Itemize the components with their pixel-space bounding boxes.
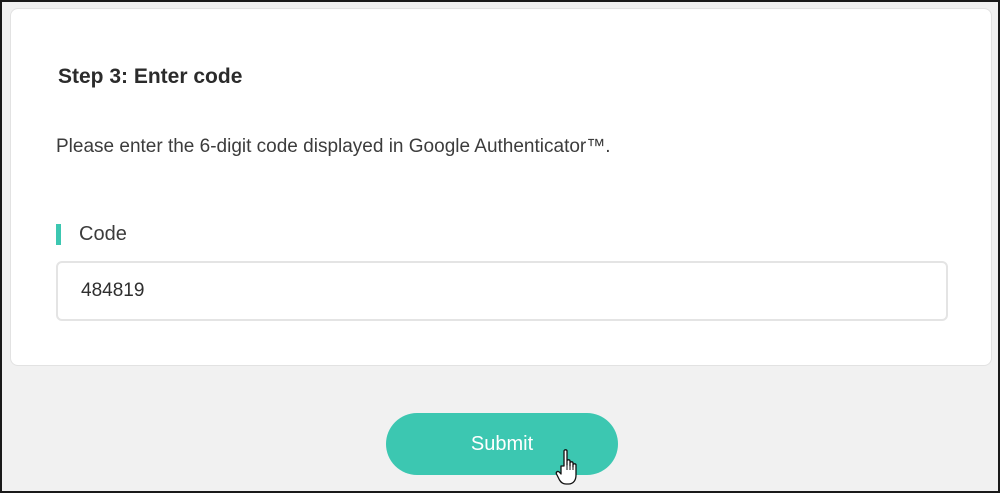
code-field-label: Code <box>56 222 127 246</box>
step-title: Step 3: Enter code <box>58 65 243 88</box>
code-label-text: Code <box>79 223 127 245</box>
hand-pointer-icon <box>555 449 577 485</box>
code-input[interactable] <box>56 261 948 321</box>
instructions-text: Please enter the 6-digit code displayed … <box>56 136 611 157</box>
label-accent-bar <box>56 223 61 245</box>
verification-card: Step 3: Enter code Please enter the 6-di… <box>10 8 992 366</box>
page-frame: Step 3: Enter code Please enter the 6-di… <box>0 0 1000 493</box>
